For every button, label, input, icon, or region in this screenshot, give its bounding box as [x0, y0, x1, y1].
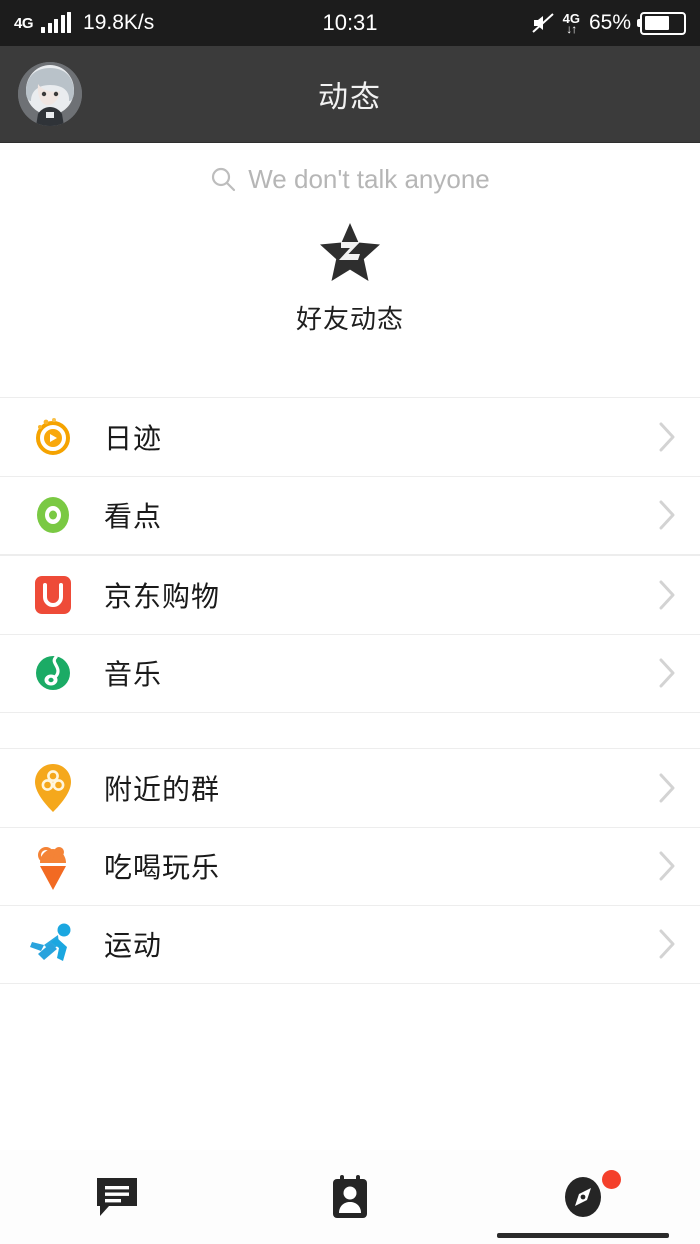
app-header: 动态 — [0, 46, 700, 143]
chevron-right-icon — [656, 498, 678, 532]
music-note-icon — [28, 647, 78, 699]
list-item-label: 吃喝玩乐 — [104, 852, 221, 883]
list-group-2: 京东购物 音乐 — [0, 555, 700, 713]
daily-trace-icon — [28, 411, 78, 463]
friends-feed-entry[interactable]: 好友动态 — [0, 215, 700, 352]
contacts-card-icon — [330, 1174, 370, 1220]
list-item-highlights[interactable]: 看点 — [0, 476, 700, 554]
chevron-right-icon — [656, 420, 678, 454]
bottom-navigation-bar — [0, 1150, 700, 1244]
list-item-food-and-fun[interactable]: 吃喝玩乐 — [0, 827, 700, 905]
list-item-music[interactable]: 音乐 — [0, 634, 700, 712]
contacts-tab[interactable] — [233, 1150, 466, 1244]
chevron-right-icon — [656, 656, 678, 690]
list-group-3: 附近的群 吃喝玩乐 运动 — [0, 748, 700, 984]
list-item-jd-shopping[interactable]: 京东购物 — [0, 556, 700, 634]
highlights-icon — [28, 489, 78, 541]
user-avatar[interactable] — [18, 62, 82, 126]
location-pin-icon — [28, 762, 78, 814]
search-input[interactable]: We don't talk anyone — [248, 164, 490, 195]
jd-shopping-icon — [28, 569, 78, 621]
status-bar-left: 4G 19.8K/s — [14, 11, 154, 35]
discover-tab[interactable] — [467, 1150, 700, 1244]
chevron-right-icon — [656, 578, 678, 612]
ice-cream-icon — [28, 840, 78, 892]
list-item-label: 运动 — [104, 930, 163, 961]
section-spacer-mid — [0, 713, 700, 748]
compass-icon — [561, 1174, 605, 1220]
list-item-sports[interactable]: 运动 — [0, 905, 700, 983]
messages-tab[interactable] — [0, 1150, 233, 1244]
running-icon — [28, 918, 78, 970]
star-z-icon — [317, 221, 383, 285]
section-spacer-top — [0, 352, 700, 397]
chevron-right-icon — [656, 771, 678, 805]
search-icon — [210, 166, 236, 192]
list-group-1: 日迹 看点 — [0, 397, 700, 555]
battery-icon — [640, 11, 686, 35]
friends-feed-label: 好友动态 — [295, 304, 404, 334]
search-bar[interactable]: We don't talk anyone — [0, 143, 700, 215]
network-speed-label: 19.8K/s — [83, 11, 155, 34]
chat-bubble-icon — [94, 1175, 140, 1219]
page-title: 动态 — [318, 81, 382, 114]
updown-arrows-icon: ↓↑ — [566, 21, 577, 36]
list-item-label: 日迹 — [104, 423, 163, 454]
list-item-label: 附近的群 — [104, 774, 221, 805]
list-item-label: 音乐 — [104, 659, 163, 690]
list-item-label: 京东购物 — [104, 581, 221, 612]
chevron-right-icon — [656, 849, 678, 883]
status-bar-right: 4G ↓↑ 65% — [531, 11, 686, 35]
list-item-label: 看点 — [104, 501, 163, 532]
battery-percent-label: 65% — [588, 11, 631, 34]
chevron-right-icon — [656, 927, 678, 961]
status-bar: 4G 19.8K/s 10:31 4G ↓↑ 65% — [0, 0, 700, 46]
data-transfer-icon: 4G ↓↑ — [563, 12, 580, 35]
speaker-muted-icon — [531, 13, 554, 33]
network-type-label: 4G — [14, 14, 34, 32]
list-item-daily-trace[interactable]: 日迹 — [0, 398, 700, 476]
signal-bars-icon — [41, 12, 72, 33]
phone-screen: 4G 19.8K/s 10:31 4G ↓↑ 65% 动态 We don't t… — [0, 0, 700, 1244]
active-tab-indicator — [497, 1233, 670, 1238]
list-item-nearby-groups[interactable]: 附近的群 — [0, 749, 700, 827]
notification-badge — [601, 1170, 621, 1189]
